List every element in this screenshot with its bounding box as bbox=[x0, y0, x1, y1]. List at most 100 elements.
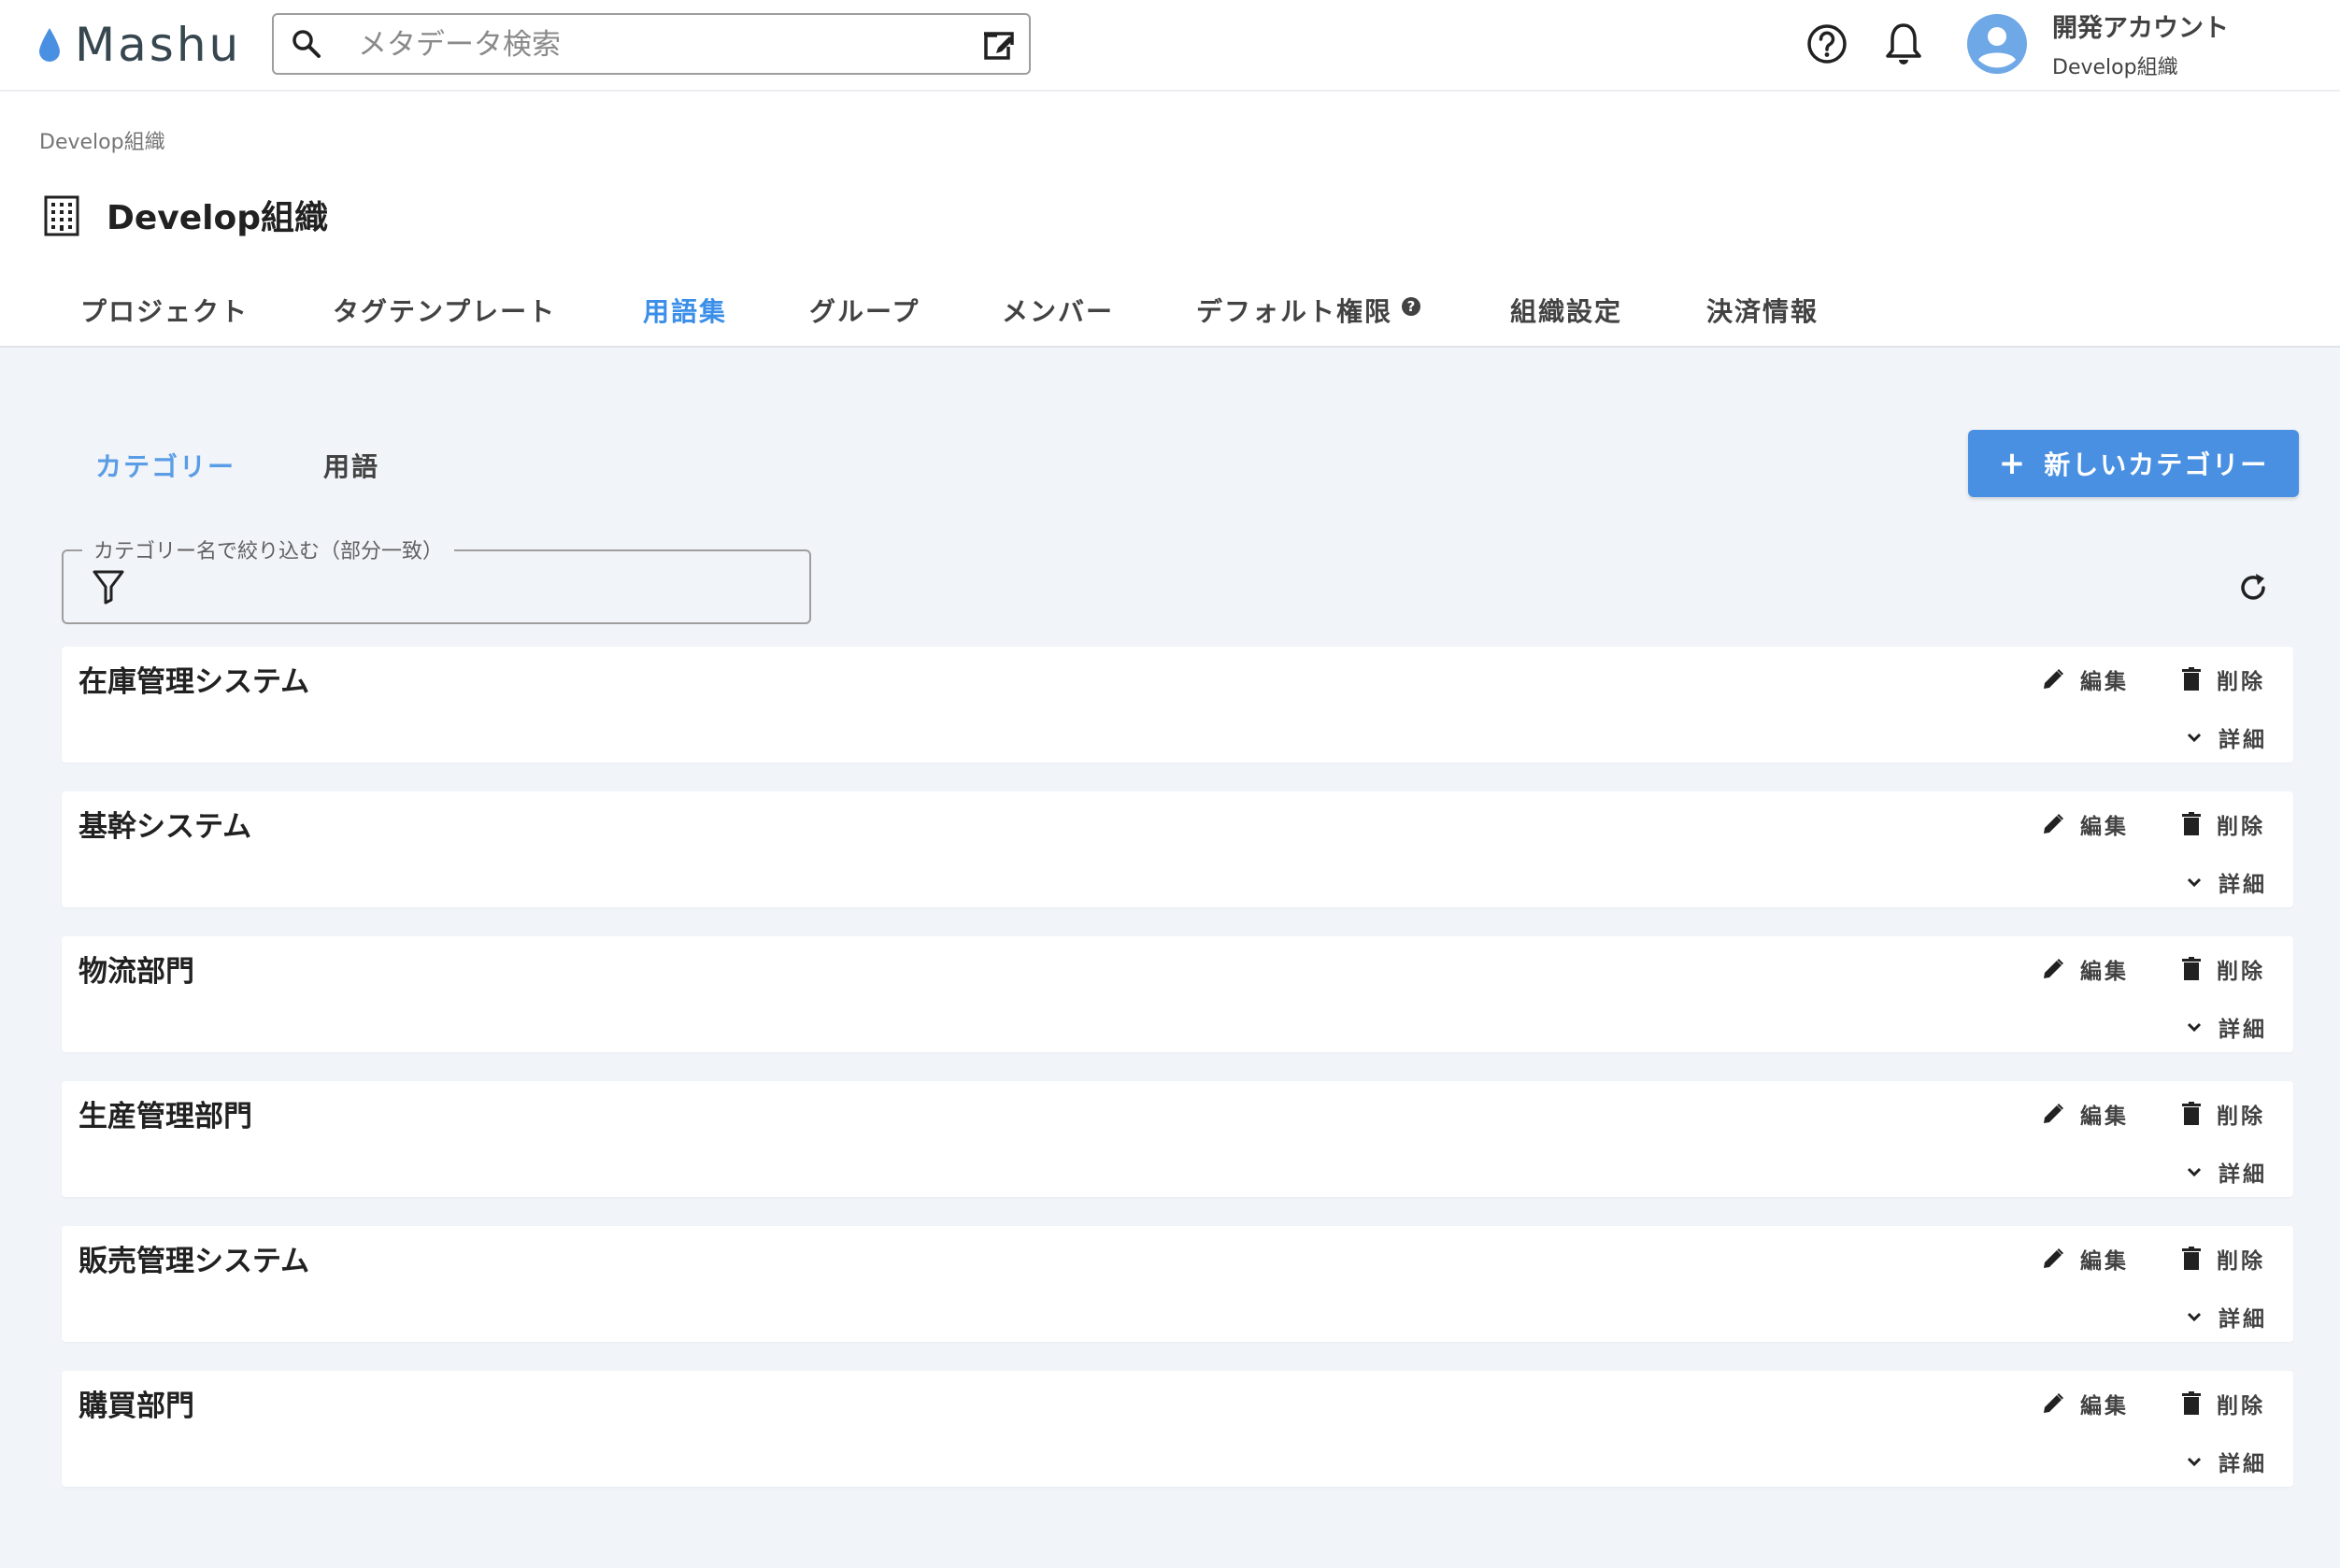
water-drop-icon bbox=[39, 28, 60, 62]
tab-billing[interactable]: 決済情報 bbox=[1706, 288, 1819, 344]
category-card: 販売管理システム 編集 削除 詳細 bbox=[62, 1226, 2293, 1342]
edit-square-icon[interactable] bbox=[980, 28, 1016, 64]
account-org: Develop組織 bbox=[2052, 56, 2178, 79]
category-name: 在庫管理システム bbox=[78, 665, 310, 699]
pencil-icon bbox=[2044, 1393, 2063, 1413]
trash-icon bbox=[2182, 812, 2201, 835]
account-name[interactable]: 開発アカウント bbox=[2052, 7, 2229, 44]
category-name: 購買部門 bbox=[78, 1390, 194, 1423]
search-input[interactable] bbox=[356, 22, 939, 67]
delete-button[interactable]: 削除 bbox=[2181, 663, 2265, 695]
filter-label: カテゴリー名で絞り込む（部分一致） bbox=[82, 535, 455, 564]
logo[interactable]: Mashu bbox=[37, 17, 241, 73]
tab-default-permissions-label: デフォルト権限 bbox=[1196, 296, 1393, 327]
category-name: 生産管理部門 bbox=[78, 1100, 252, 1133]
delete-label: 削除 bbox=[2217, 815, 2265, 839]
filter-icon bbox=[93, 570, 124, 605]
nav-tabs: プロジェクト タグテンプレート 用語集 グループ メンバー デフォルト権限? 組… bbox=[0, 288, 2340, 344]
delete-label: 削除 bbox=[2217, 1105, 2265, 1129]
search-icon bbox=[292, 30, 321, 58]
edit-label: 編集 bbox=[2080, 670, 2129, 694]
edit-button[interactable]: 編集 bbox=[2041, 953, 2129, 985]
detail-toggle[interactable]: 詳細 bbox=[2185, 1156, 2267, 1188]
tab-projects[interactable]: プロジェクト bbox=[80, 288, 249, 344]
edit-label: 編集 bbox=[2080, 815, 2129, 839]
pencil-icon bbox=[2044, 1248, 2063, 1268]
logo-text: Mashu bbox=[75, 18, 242, 72]
bell-icon[interactable] bbox=[1882, 21, 1925, 67]
new-category-button[interactable]: + 新しいカテゴリー bbox=[1968, 430, 2299, 497]
trash-icon bbox=[2182, 1102, 2201, 1125]
edit-button[interactable]: 編集 bbox=[2041, 1098, 2129, 1130]
delete-label: 削除 bbox=[2217, 1394, 2265, 1418]
trash-icon bbox=[2182, 667, 2201, 691]
edit-label: 編集 bbox=[2080, 1249, 2129, 1274]
category-name: 販売管理システム bbox=[78, 1245, 310, 1278]
subtab-categories[interactable]: カテゴリー bbox=[95, 447, 235, 484]
detail-label: 詳細 bbox=[2219, 1018, 2267, 1042]
delete-button[interactable]: 削除 bbox=[2181, 808, 2265, 840]
pencil-icon bbox=[2044, 1104, 2063, 1123]
edit-button[interactable]: 編集 bbox=[2041, 1388, 2129, 1419]
edit-button[interactable]: 編集 bbox=[2041, 663, 2129, 695]
tab-members[interactable]: メンバー bbox=[1002, 288, 1114, 344]
chevron-down-icon bbox=[2187, 1022, 2202, 1033]
detail-toggle[interactable]: 詳細 bbox=[2185, 1446, 2267, 1477]
category-card: 在庫管理システム 編集 削除 詳細 bbox=[62, 647, 2293, 763]
edit-label: 編集 bbox=[2080, 1394, 2129, 1418]
org-section: Develop組織 Develop組織 プロジェクト タグテンプレート 用語集 … bbox=[0, 92, 2340, 348]
tab-groups[interactable]: グループ bbox=[809, 288, 920, 344]
detail-label: 詳細 bbox=[2219, 728, 2267, 752]
delete-label: 削除 bbox=[2217, 670, 2265, 694]
pencil-icon bbox=[2044, 814, 2063, 834]
breadcrumb[interactable]: Develop組織 bbox=[39, 125, 165, 155]
refresh-icon[interactable] bbox=[2235, 570, 2271, 606]
delete-button[interactable]: 削除 bbox=[2181, 1388, 2265, 1419]
page-title: Develop組織 bbox=[107, 199, 329, 237]
edit-label: 編集 bbox=[2080, 1105, 2129, 1129]
category-card: 基幹システム 編集 削除 詳細 bbox=[62, 791, 2293, 907]
delete-label: 削除 bbox=[2217, 960, 2265, 984]
category-name: 基幹システム bbox=[78, 810, 252, 844]
delete-button[interactable]: 削除 bbox=[2181, 953, 2265, 985]
help-circle-icon[interactable] bbox=[1805, 22, 1848, 65]
category-card: 購買部門 編集 削除 詳細 bbox=[62, 1371, 2293, 1487]
search-box[interactable] bbox=[272, 13, 1031, 75]
category-name: 物流部門 bbox=[78, 955, 194, 989]
edit-label: 編集 bbox=[2080, 960, 2129, 984]
delete-button[interactable]: 削除 bbox=[2181, 1243, 2265, 1275]
chevron-down-icon bbox=[2187, 877, 2202, 888]
tab-glossary[interactable]: 用語集 bbox=[643, 288, 727, 344]
pencil-icon bbox=[2044, 669, 2063, 689]
tab-default-permissions[interactable]: デフォルト権限? bbox=[1196, 288, 1421, 344]
trash-icon bbox=[2182, 957, 2201, 980]
tab-organization-settings[interactable]: 組織設定 bbox=[1510, 288, 1622, 344]
category-card: 物流部門 編集 削除 詳細 bbox=[62, 936, 2293, 1052]
tab-tag-templates[interactable]: タグテンプレート bbox=[333, 288, 556, 344]
category-card: 生産管理部門 編集 削除 詳細 bbox=[62, 1081, 2293, 1197]
chevron-down-icon bbox=[2187, 1457, 2202, 1467]
chevron-down-icon bbox=[2187, 733, 2202, 743]
detail-label: 詳細 bbox=[2219, 1162, 2267, 1187]
detail-toggle[interactable]: 詳細 bbox=[2185, 1011, 2267, 1043]
filter-input[interactable] bbox=[142, 564, 791, 611]
trash-icon bbox=[2182, 1247, 2201, 1270]
detail-label: 詳細 bbox=[2219, 873, 2267, 897]
chevron-down-icon bbox=[2187, 1167, 2202, 1177]
trash-icon bbox=[2182, 1391, 2201, 1415]
account-circle-icon[interactable] bbox=[1966, 13, 2028, 75]
subtab-terms[interactable]: 用語 bbox=[323, 447, 379, 484]
category-filter-field[interactable]: カテゴリー名で絞り込む（部分一致） bbox=[62, 535, 811, 624]
info-badge-icon[interactable]: ? bbox=[1402, 296, 1421, 316]
edit-button[interactable]: 編集 bbox=[2041, 1243, 2129, 1275]
detail-toggle[interactable]: 詳細 bbox=[2185, 866, 2267, 898]
chevron-down-icon bbox=[2187, 1312, 2202, 1322]
category-list: 在庫管理システム 編集 削除 詳細 基幹システム 編集 削除 詳細 物流部門 編… bbox=[62, 647, 2293, 1516]
delete-button[interactable]: 削除 bbox=[2181, 1098, 2265, 1130]
edit-button[interactable]: 編集 bbox=[2041, 808, 2129, 840]
pencil-icon bbox=[2044, 959, 2063, 978]
detail-toggle[interactable]: 詳細 bbox=[2185, 1301, 2267, 1333]
detail-label: 詳細 bbox=[2219, 1452, 2267, 1476]
app-header: Mashu 開発アカウント Develop組織 bbox=[0, 0, 2340, 92]
detail-toggle[interactable]: 詳細 bbox=[2185, 721, 2267, 753]
